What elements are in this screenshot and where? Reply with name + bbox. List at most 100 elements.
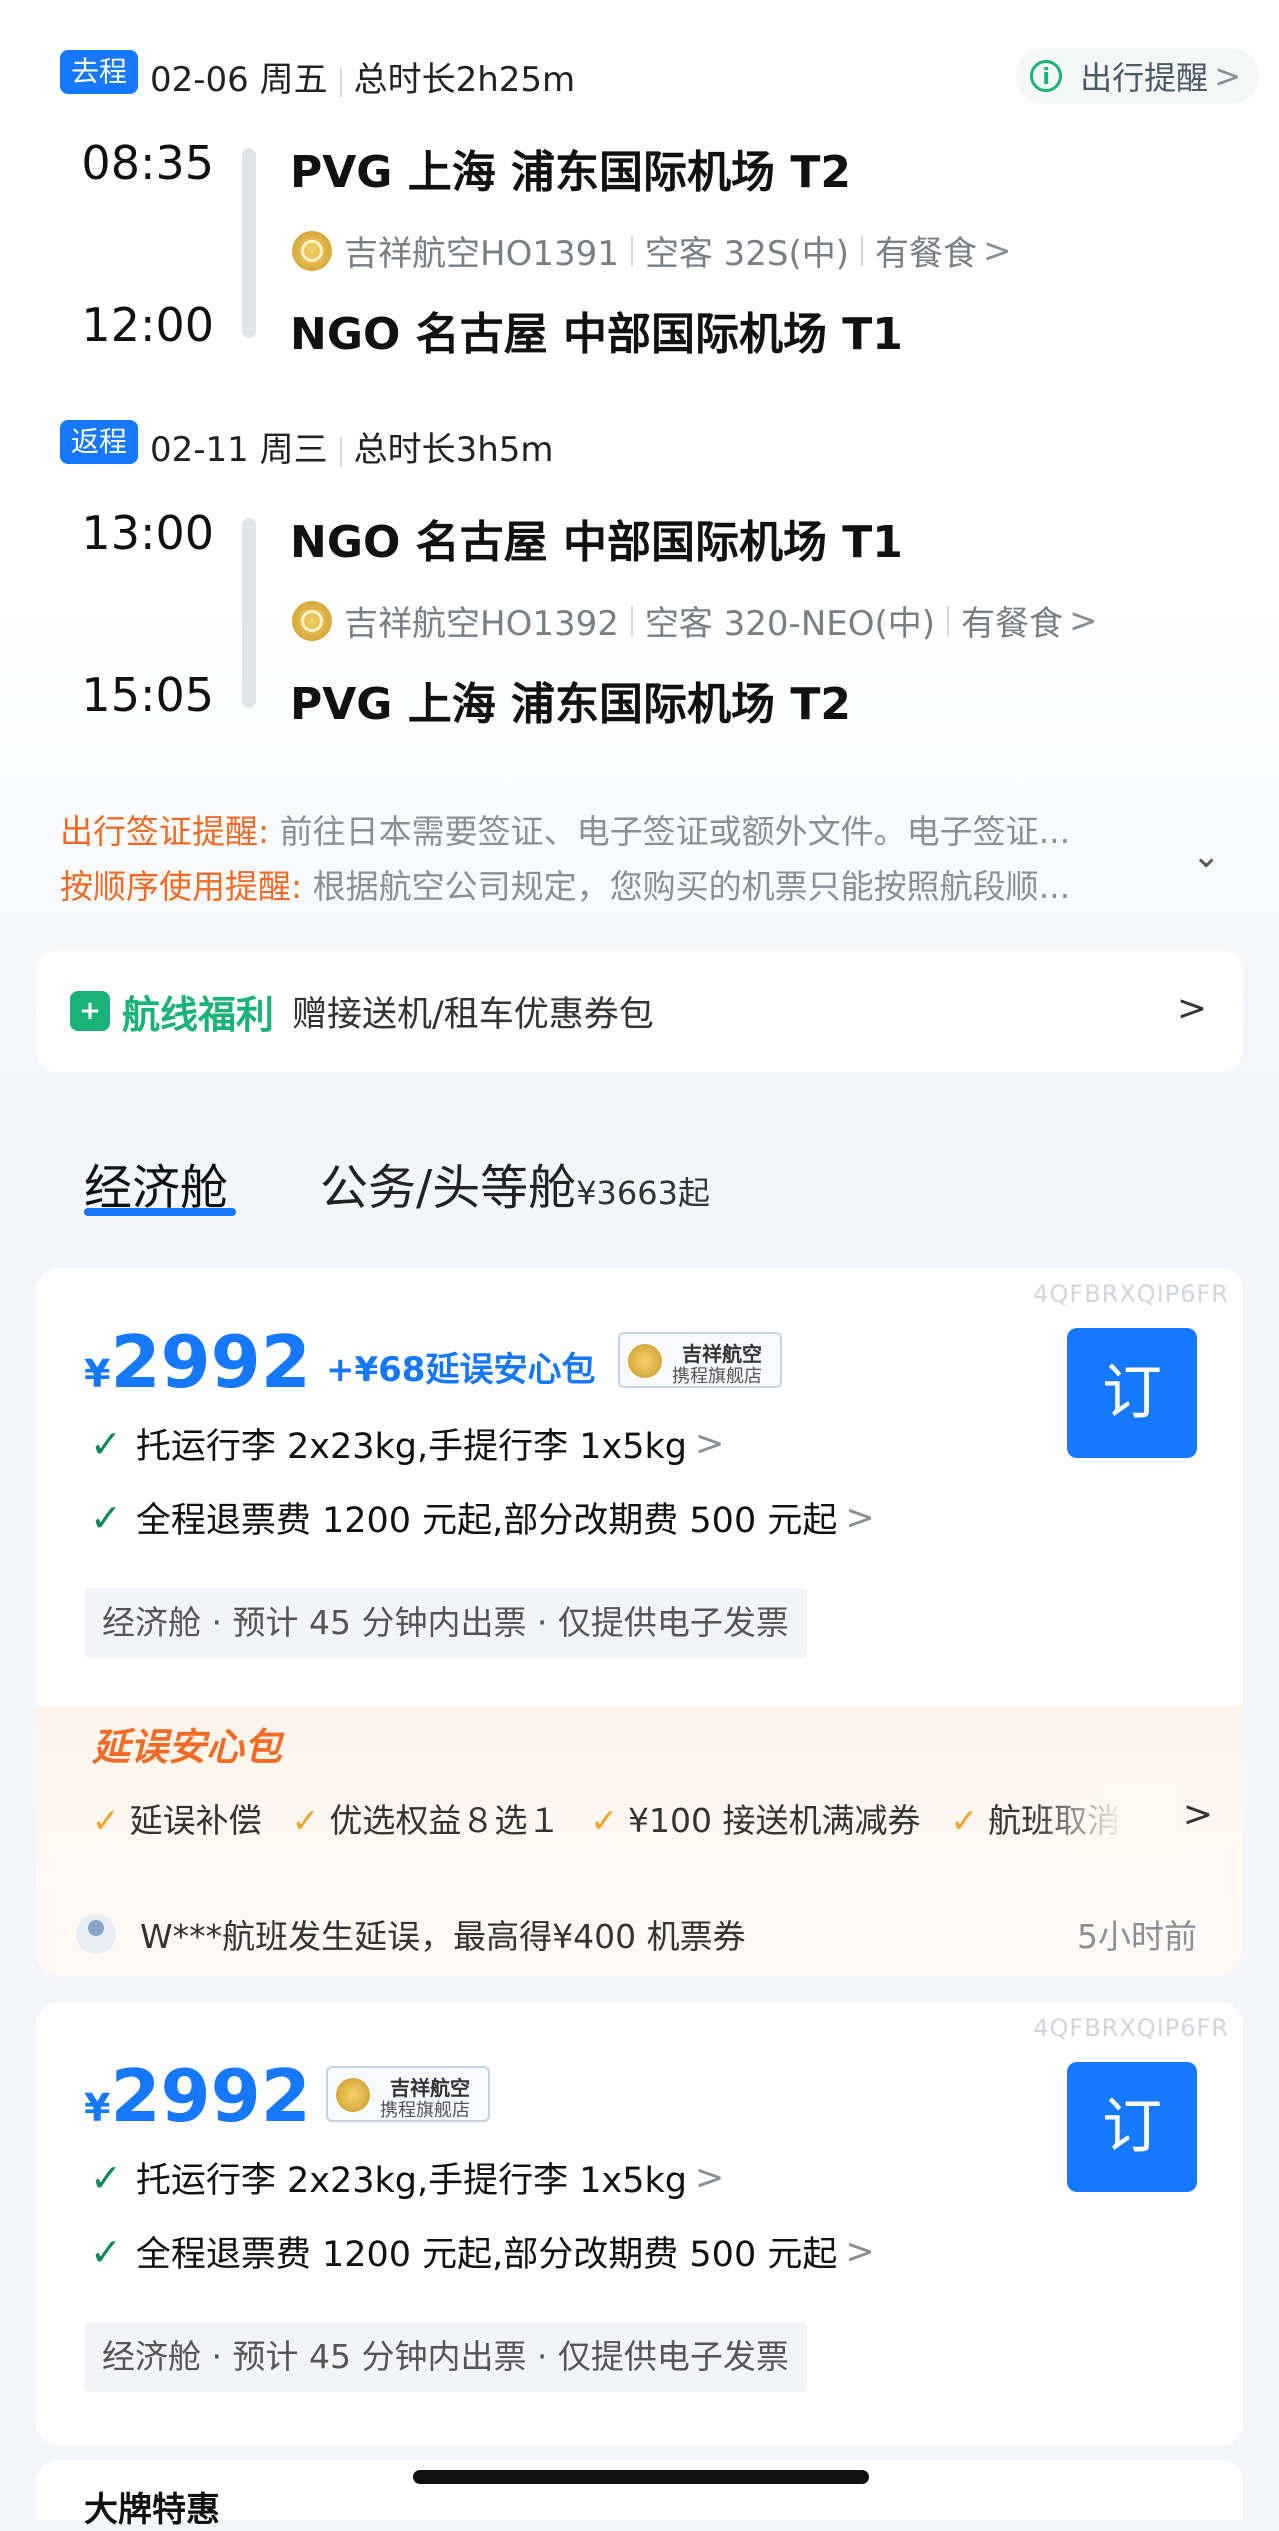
outbound-arr-time: 12:00	[81, 298, 214, 352]
return-flight-detail[interactable]: 吉祥航空HO1392 空客 320-NEO(中) 有餐食 >	[292, 596, 1098, 645]
sequence-notice[interactable]: 按顺序使用提醒: 根据航空公司规定，您购买的机票只能按照航段顺...	[60, 860, 1070, 908]
return-dep-airport: NGO 名古屋 中部国际机场 T1	[290, 517, 903, 568]
book-button[interactable]: 订	[1067, 2062, 1197, 2192]
perk-item: ✓ 优选权益８选１	[292, 1801, 561, 1840]
ticket-info-chip: 经济舱 · 预计 45 分钟内出票 · 仅提供电子发票	[84, 2322, 807, 2392]
airline-logo-icon	[292, 230, 332, 271]
outbound-arr-airport: NGO 名古屋 中部国际机场 T1	[290, 309, 903, 360]
perk-label: 延误补偿	[129, 1801, 262, 1840]
sequence-notice-label: 按顺序使用提醒:	[60, 867, 303, 906]
route-benefit-banner[interactable]: + 航线福利 赠接送机/租车优惠券包 >	[36, 950, 1243, 1072]
benefit-desc: 赠接送机/租车优惠券包	[292, 994, 654, 1035]
return-arr-time: 15:05	[81, 668, 214, 722]
price-value: 2992	[110, 2054, 311, 2138]
baggage-info[interactable]: ✓ 托运行李 2x23kg,手提行李 1x5kg >	[90, 2152, 724, 2203]
outbound-aircraft: 空客 32S(中)	[644, 234, 850, 274]
price-currency: ¥	[84, 1352, 111, 1396]
tab-business-price: ¥3663起	[576, 1174, 710, 1212]
ticket-info-chip: 经济舱 · 预计 45 分钟内出票 · 仅提供电子发票	[84, 1588, 807, 1658]
divider	[339, 436, 342, 467]
offer-price: ¥2992	[84, 2054, 311, 2138]
delay-package-title: 延误安心包	[92, 1725, 283, 1769]
offer-card[interactable]: 4QFBRXQIP6FR ¥2992 +¥68延误安心包 吉祥航空 携程旗舰店 …	[36, 1268, 1243, 1976]
divider	[947, 605, 950, 636]
chevron-right-icon: >	[1214, 57, 1241, 95]
check-icon: ✓	[90, 1495, 122, 1540]
refund-info[interactable]: ✓ 全程退票费 1200 元起,部分改期费 500 元起 >	[90, 2226, 875, 2277]
airline-logo-icon	[628, 1344, 662, 1378]
travel-reminder-label: 出行提醒	[1080, 59, 1209, 97]
expand-chevron-icon[interactable]: ⌄	[1192, 836, 1221, 876]
ticker-text: W***航班发生延误，最高得¥400 机票券	[140, 1917, 746, 1956]
next-offer-card[interactable]: 大牌特惠	[36, 2460, 1243, 2530]
visa-notice[interactable]: 出行签证提醒: 前往日本需要签证、电子签证或额外文件。电子签证...	[60, 805, 1070, 853]
benefit-title: 航线福利	[122, 992, 275, 1037]
tab-business-label: 公务/头等舱	[320, 1160, 577, 1216]
offer-card[interactable]: 4QFBRXQIP6FR ¥2992 吉祥航空 携程旗舰店 订 ✓ 托运行李 2…	[36, 2002, 1243, 2446]
divider	[339, 66, 342, 97]
baggage-text: 托运行李 2x23kg,手提行李 1x5kg	[135, 1427, 687, 1467]
travel-reminder-button[interactable]: i 出行提醒 >	[1016, 48, 1259, 104]
check-icon: ✓	[90, 2229, 122, 2274]
outbound-tag: 去程	[60, 50, 138, 94]
divider	[630, 605, 633, 636]
refund-text: 全程退票费 1200 元起,部分改期费 500 元起	[135, 2235, 838, 2275]
outbound-date: 02-06 周五	[150, 60, 328, 100]
timeline-bar	[242, 518, 256, 708]
baggage-text: 托运行李 2x23kg,手提行李 1x5kg	[135, 2161, 687, 2201]
return-dep-time: 13:00	[81, 506, 214, 560]
offer-code: 4QFBRXQIP6FR	[1033, 2014, 1229, 2042]
check-icon: ✓	[90, 2155, 122, 2200]
return-date: 02-11 周三	[150, 430, 328, 470]
chevron-right-icon: >	[983, 230, 1012, 271]
delay-perks: ✓延误补偿✓优选权益８选１✓¥100 接送机满减券✓航班取消	[92, 1794, 1150, 1842]
chevron-right-icon: >	[694, 2157, 725, 2198]
refund-info[interactable]: ✓ 全程退票费 1200 元起,部分改期费 500 元起 >	[90, 1492, 875, 1543]
outbound-flight-detail[interactable]: 吉祥航空HO1391 空客 32S(中) 有餐食 >	[292, 226, 1012, 275]
perks-fade	[1033, 1782, 1183, 1852]
return-duration: 总时长3h5m	[353, 430, 554, 470]
divider	[861, 235, 864, 266]
airline-logo-icon	[292, 600, 332, 641]
return-info: 02-11 周三 总时长3h5m	[150, 422, 554, 471]
check-icon: ✓	[950, 1801, 979, 1840]
perk-item: ✓ ¥100 接送机满减券	[590, 1801, 920, 1840]
check-icon: ✓	[92, 1801, 120, 1840]
perk-label: ¥100 接送机满减券	[627, 1801, 921, 1840]
chevron-right-icon: >	[694, 1423, 725, 1464]
store-badge: 吉祥航空 携程旗舰店	[618, 1332, 782, 1388]
baggage-info[interactable]: ✓ 托运行李 2x23kg,手提行李 1x5kg >	[90, 1418, 724, 1469]
outbound-dep-time: 08:35	[81, 136, 214, 190]
return-meal: 有餐食	[961, 604, 1064, 644]
offer-code: 4QFBRXQIP6FR	[1033, 1280, 1229, 1308]
outbound-duration: 总时长2h25m	[353, 60, 576, 100]
perk-label: 优选权益８选１	[329, 1801, 561, 1840]
return-aircraft: 空客 320-NEO(中)	[644, 604, 936, 644]
store-line2: 携程旗舰店	[672, 1366, 762, 1387]
return-flight-number: 吉祥航空HO1392	[344, 604, 619, 644]
ticker-time: 5小时前	[1077, 1917, 1197, 1956]
chevron-right-icon: >	[845, 1497, 875, 1538]
book-button[interactable]: 订	[1067, 1328, 1197, 1458]
timeline-bar	[242, 148, 256, 338]
home-indicator[interactable]	[413, 2470, 869, 2484]
chevron-right-icon: >	[1176, 988, 1207, 1029]
price-currency: ¥	[84, 2086, 111, 2130]
avatar	[76, 1914, 116, 1954]
tab-business[interactable]: 公务/头等舱¥3663起	[320, 1148, 710, 1218]
store-line2: 携程旗舰店	[380, 2100, 470, 2121]
chevron-right-icon[interactable]: >	[1183, 1794, 1213, 1835]
price-value: 2992	[110, 1320, 311, 1404]
store-badge: 吉祥航空 携程旗舰店	[326, 2066, 490, 2122]
delay-ticker: W***航班发生延误，最高得¥400 机票券 5小时前	[36, 1892, 1243, 1976]
outbound-info: 02-06 周五 总时长2h25m	[150, 52, 575, 101]
info-icon: i	[1030, 60, 1063, 92]
perk-item: ✓ 延误补偿	[92, 1801, 262, 1840]
return-tag: 返程	[60, 420, 138, 464]
outbound-dep-airport: PVG 上海 浦东国际机场 T2	[290, 147, 851, 198]
divider	[630, 235, 633, 266]
visa-notice-text: 前往日本需要签证、电子签证或额外文件。电子签证...	[279, 812, 1071, 851]
chevron-right-icon: >	[1069, 600, 1098, 641]
check-icon: ✓	[90, 1421, 122, 1466]
return-arr-airport: PVG 上海 浦东国际机场 T2	[290, 679, 851, 730]
